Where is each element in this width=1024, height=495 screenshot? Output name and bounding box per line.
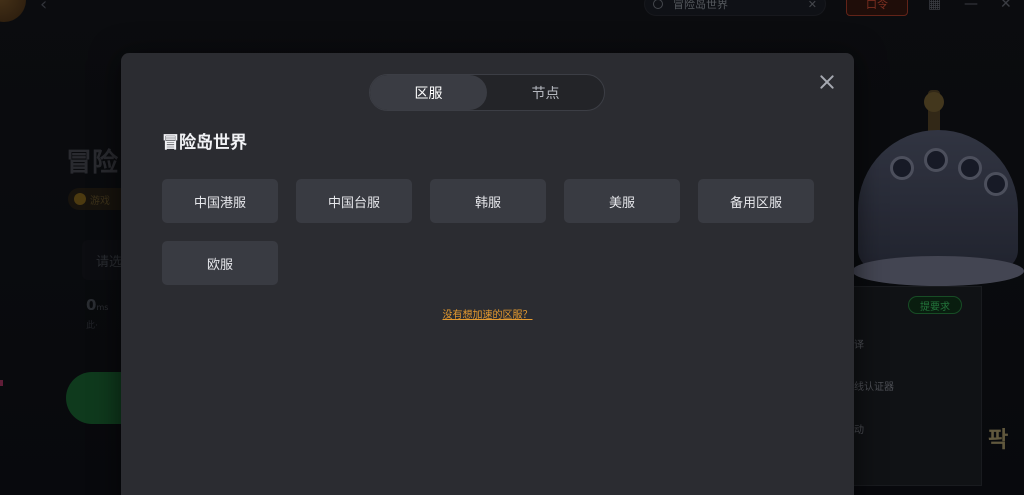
server-button-backup[interactable]: 备用区服 xyxy=(698,179,814,223)
server-button-us[interactable]: 美服 xyxy=(564,179,680,223)
request-server-row: 没有想加速的区服？ xyxy=(121,303,854,322)
close-icon[interactable] xyxy=(818,73,836,91)
segmented-control: 区服 节点 xyxy=(369,74,605,111)
request-server-link[interactable]: 没有想加速的区服？ xyxy=(443,310,533,321)
server-button-hk[interactable]: 中国港服 xyxy=(162,179,278,223)
server-button-eu[interactable]: 欧服 xyxy=(162,241,278,285)
server-button-kr[interactable]: 韩服 xyxy=(430,179,546,223)
tab-node[interactable]: 节点 xyxy=(487,75,604,110)
server-button-tw[interactable]: 中国台服 xyxy=(296,179,412,223)
dialog-game-title: 冒险岛世界 xyxy=(162,133,247,153)
server-select-dialog: 区服 节点 冒险岛世界 中国港服 中国台服 韩服 美服 备用区服 欧服 没有想加… xyxy=(121,53,854,495)
tab-server[interactable]: 区服 xyxy=(370,75,487,110)
